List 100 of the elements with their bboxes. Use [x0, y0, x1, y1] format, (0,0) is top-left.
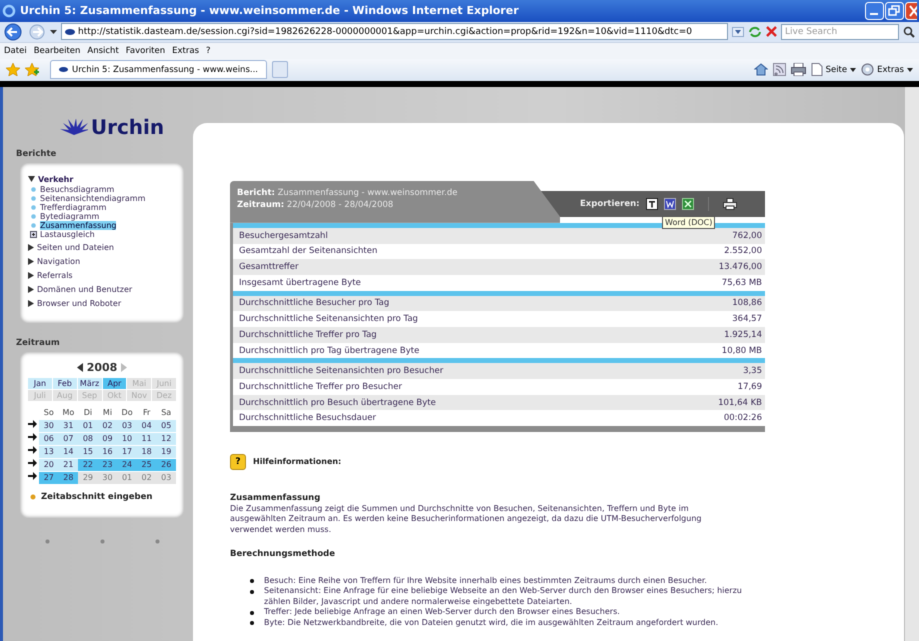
day-cell[interactable]: 29	[78, 472, 98, 484]
tree-item[interactable]: Besuchsdiagramm	[40, 184, 114, 194]
day-cell[interactable]: 05	[156, 420, 176, 432]
custom-range-link[interactable]: Zeitabschnitt eingeben	[41, 492, 152, 502]
day-cell[interactable]: 28	[58, 472, 78, 484]
day-cell[interactable]: 21	[58, 458, 78, 471]
collapsed-triangle-icon[interactable]	[28, 272, 34, 279]
search-icon[interactable]	[903, 26, 915, 38]
day-cell[interactable]: 15	[78, 446, 98, 458]
toolbar-menu-button[interactable]: Seite	[810, 63, 856, 76]
day-cell[interactable]: 13	[39, 446, 59, 458]
month-cell[interactable]: März	[78, 378, 102, 389]
bullet-text: Treffer: Jede beliebige Anfrage an einen Web-Server durch den Browser eines Besuchers.	[264, 607, 620, 618]
collapsed-triangle-icon[interactable]	[28, 286, 34, 293]
day-cell[interactable]: 09	[98, 432, 118, 445]
tree-item[interactable]: Referrals	[37, 270, 73, 280]
month-cell[interactable]: Feb	[52, 378, 77, 389]
address-field[interactable]: http://statistik.dasteam.de/session.cgi?sid=1982626228-0000000001&app=urchin.cgi&action=prop&rid=192&n=10&vid=1110&dtc=0	[61, 23, 728, 40]
weekday-label: Fr	[142, 406, 152, 419]
plus-box-icon[interactable]	[30, 230, 37, 238]
collapsed-triangle-icon[interactable]	[28, 300, 34, 307]
menu-item[interactable]: Bearbeiten	[34, 46, 80, 56]
add-favorite-icon[interactable]	[25, 63, 39, 76]
browser-tab[interactable]: Urchin 5: Zusammenfassung - www.weins...	[50, 60, 267, 80]
day-cell[interactable]: 08	[78, 432, 98, 445]
month-cell[interactable]: Apr	[102, 378, 126, 389]
day-cell[interactable]: 19	[156, 446, 176, 458]
day-cell[interactable]: 12	[156, 432, 176, 445]
day-cell[interactable]: 23	[98, 458, 118, 471]
tree-item[interactable]: Browser und Roboter	[37, 298, 122, 308]
day-cell[interactable]: 20	[39, 458, 59, 471]
collapsed-triangle-icon[interactable]	[28, 244, 34, 251]
day-cell[interactable]: 07	[58, 432, 78, 445]
day-cell[interactable]: 06	[39, 432, 59, 445]
report-info: Bericht: Zusammenfassung - www.weinsommer.de	[237, 188, 458, 198]
tree-item[interactable]: Seiten und Dateien	[37, 242, 114, 252]
menu-item[interactable]: Ansicht	[87, 46, 119, 56]
previous-year-icon[interactable]	[76, 362, 83, 372]
day-cell[interactable]: 17	[117, 446, 137, 458]
page-icon	[810, 63, 823, 76]
metric-value: 101,64 KB	[718, 398, 762, 408]
day-cell[interactable]: 03	[156, 472, 176, 484]
day-cell[interactable]: 03	[117, 420, 137, 432]
excel-export-icon[interactable]	[682, 198, 694, 210]
day-cell[interactable]: 18	[136, 446, 156, 458]
day-cell[interactable]: 04	[136, 420, 156, 432]
menu-item[interactable]: Extras	[172, 46, 200, 56]
dropdown-button[interactable]	[732, 26, 744, 37]
tree-item[interactable]: Bytediagramm	[40, 212, 100, 221]
stop-button[interactable]	[766, 26, 777, 38]
day-cell[interactable]: 22	[78, 458, 98, 471]
day-cell[interactable]: 27	[39, 472, 59, 484]
word-export-icon[interactable]	[664, 198, 676, 210]
tree-item[interactable]: Seitenansichtendiagramm	[40, 194, 146, 203]
sunburst-logo-icon	[60, 118, 88, 135]
day-cell[interactable]: 16	[98, 446, 118, 458]
day-cell[interactable]: 25	[136, 458, 156, 471]
day-cell[interactable]: 30	[39, 420, 59, 432]
day-cell[interactable]: 26	[156, 458, 176, 471]
menu-item[interactable]: ?	[206, 46, 211, 56]
day-cell[interactable]: 10	[117, 432, 137, 445]
toolbar-menu-button[interactable]: Extras	[861, 63, 913, 76]
tree-item[interactable]: Trefferdiagramm	[40, 202, 106, 212]
day-cell[interactable]: 02	[136, 472, 156, 484]
tree-item[interactable]: Zusammenfassung	[40, 220, 116, 230]
tree-item[interactable]: Lastausgleich	[40, 230, 95, 239]
menu-item[interactable]: Datei	[4, 46, 27, 56]
day-cell[interactable]: 30	[98, 472, 118, 484]
search-field[interactable]: Live Search	[781, 24, 899, 40]
print-icon[interactable]	[722, 198, 737, 210]
day-cell[interactable]: 11	[136, 432, 156, 445]
day-cell[interactable]: 31	[58, 420, 78, 432]
close-button[interactable]	[905, 2, 917, 20]
month-cell[interactable]: Jan	[28, 378, 52, 389]
metric-label: Gesamttreffer	[239, 262, 299, 272]
restore-button[interactable]	[885, 2, 904, 20]
history-dropdown-icon[interactable]	[50, 30, 57, 34]
back-button[interactable]	[4, 22, 24, 41]
day-cell[interactable]: 02	[98, 420, 118, 432]
minimize-button[interactable]	[865, 2, 884, 20]
day-cell[interactable]: 01	[78, 420, 98, 432]
metric-value: 10,80 MB	[722, 346, 762, 356]
tree-item[interactable]: Domänen und Benutzer	[37, 284, 132, 294]
day-cell[interactable]: 01	[117, 472, 137, 484]
favorites-star-icon[interactable]	[6, 63, 20, 76]
text-export-icon[interactable]	[646, 198, 658, 210]
day-cell[interactable]: 14	[58, 446, 78, 458]
home-icon[interactable]	[754, 63, 768, 76]
expanded-triangle-icon[interactable]	[28, 176, 35, 182]
menu-item[interactable]: Favoriten	[126, 46, 166, 56]
refresh-button[interactable]	[748, 26, 762, 38]
feeds-icon[interactable]	[772, 63, 786, 76]
tree-item[interactable]: Navigation	[37, 256, 80, 266]
collapsed-triangle-icon[interactable]	[28, 258, 34, 265]
scrollbar[interactable]	[904, 86, 919, 641]
tree-item[interactable]: Verkehr	[38, 174, 74, 184]
day-cell[interactable]: 24	[117, 458, 137, 471]
bullet-icon	[30, 212, 37, 220]
print-icon[interactable]	[790, 63, 806, 76]
summary-paragraph: Die Zusammenfassung zeigt die Summen und Durchschnitte von Besuchen, Seitenansichten, Treffern und Byte im ausgewählten Zeitraum an. Es werden keine Besucherinformationen angezeigt, da dazu die UTM-Besucherverfolgung verwendet werden muss.	[230, 504, 702, 536]
